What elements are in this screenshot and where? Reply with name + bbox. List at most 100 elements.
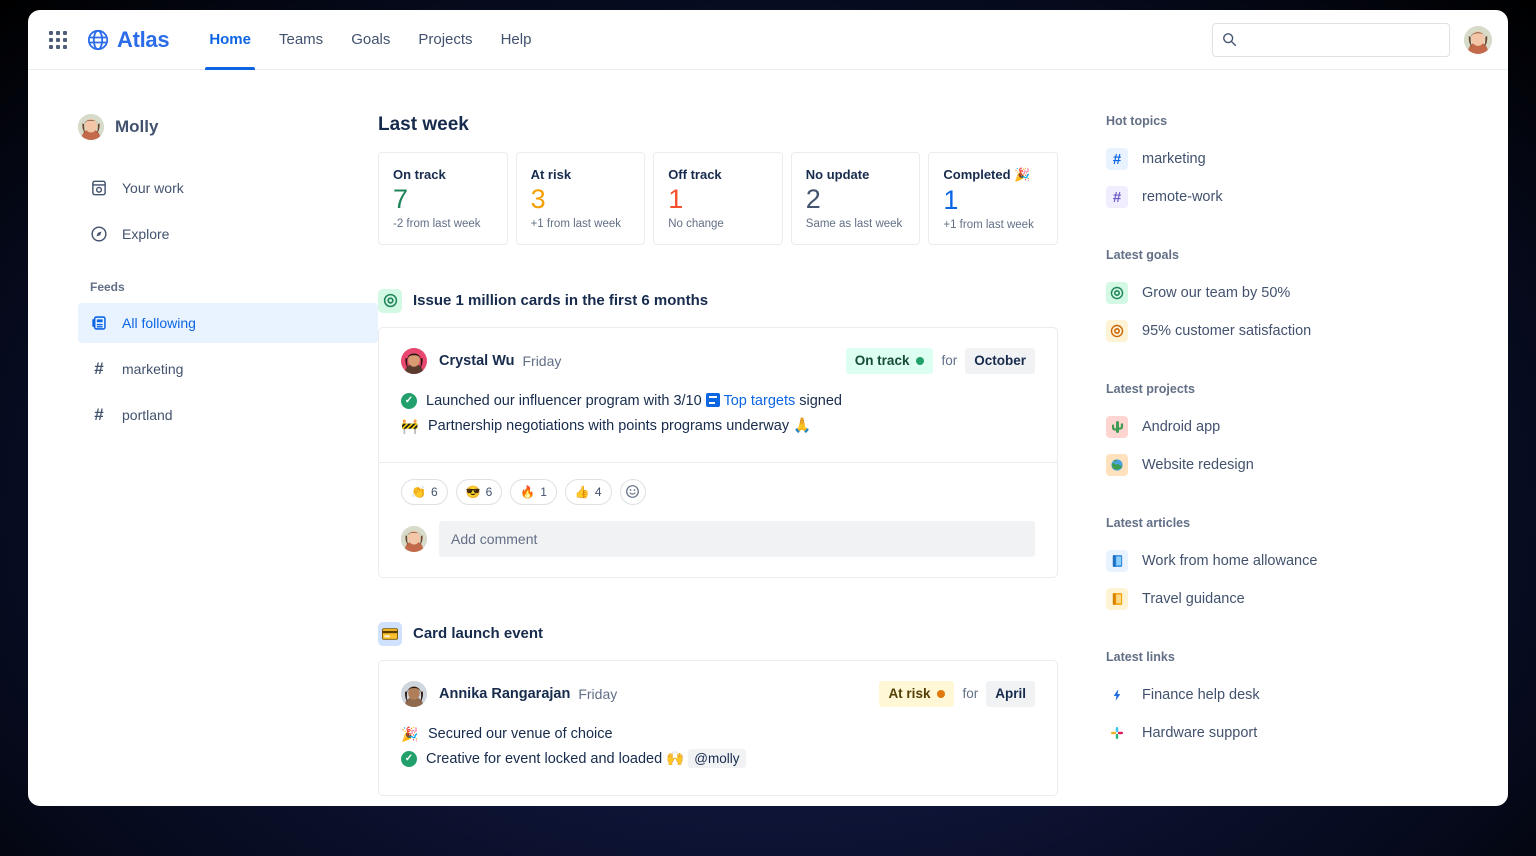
globe-icon	[1106, 454, 1128, 476]
bullet-text: Partnership negotiations with points pro…	[428, 417, 812, 434]
for-label: for	[941, 353, 958, 369]
add-reaction-button[interactable]	[619, 478, 646, 505]
stat-card-no-update[interactable]: No update 2 Same as last week	[790, 152, 921, 245]
bullet-text: Launched our influencer program with 3/1…	[426, 390, 842, 412]
sidebar-item-all-following[interactable]: All following	[78, 303, 378, 343]
author-avatar[interactable]	[401, 680, 427, 707]
comment-row: Add comment	[401, 520, 1035, 557]
bullet-text: Creative for event locked and loaded 🙌 @…	[426, 748, 746, 770]
stat-subtext: -2 from last week	[393, 217, 481, 230]
reaction-fire[interactable]: 🔥 1	[510, 478, 557, 505]
rail-header: Latest articles	[1106, 516, 1191, 530]
rail-item-label: Hardware support	[1142, 725, 1258, 741]
bullet-text-pre: Creative for event locked and loaded 🙌	[426, 750, 689, 767]
rail-item-finance-help-desk[interactable]: Finance help desk	[1106, 676, 1508, 714]
status-badge[interactable]: At risk	[879, 680, 955, 707]
rail-group-latest-goals: Latest goals Grow our team by 50% 95% cu…	[1106, 248, 1508, 350]
stat-card-off-track[interactable]: Off track 1 No change	[653, 152, 783, 245]
sunglasses-icon: 😎	[465, 484, 481, 499]
rail-item-customer-satisfaction[interactable]: 95% customer satisfaction	[1106, 312, 1508, 350]
book-icon	[1106, 588, 1128, 610]
top-navigation-bar: Atlas Home Teams Goals Projects Help	[28, 10, 1508, 70]
stat-label: Off track	[668, 167, 722, 182]
sidebar-label: Explore	[122, 226, 170, 242]
stat-value: 1	[943, 185, 959, 215]
rail-item-label: Android app	[1142, 419, 1221, 435]
rail-item-grow-team[interactable]: Grow our team by 50%	[1106, 274, 1508, 312]
update-author-row: Annika Rangarajan Friday At risk for Apr…	[401, 680, 1035, 707]
sidebar-item-explore[interactable]: Explore	[78, 214, 378, 254]
sidebar-section-feeds: Feeds	[90, 280, 125, 294]
page-title: Last week	[378, 114, 469, 135]
period-badge[interactable]: April	[986, 680, 1035, 707]
feed-title: Issue 1 million cards in the first 6 mon…	[413, 292, 709, 310]
status-group: At risk for April	[879, 680, 1035, 707]
nav-link-help[interactable]: Help	[487, 10, 546, 70]
stat-label: On track	[393, 167, 446, 182]
nav-link-home[interactable]: Home	[195, 10, 265, 70]
stat-card-on-track[interactable]: On track 7 -2 from last week	[378, 152, 508, 245]
nav-link-teams[interactable]: Teams	[265, 10, 337, 70]
search-box[interactable]	[1212, 22, 1450, 57]
brand-name: Atlas	[117, 26, 170, 52]
stat-card-completed[interactable]: Completed 🎉 1 +1 from last week	[928, 152, 1058, 245]
bullet-link[interactable]: Top targets	[723, 393, 795, 409]
reaction-count: 1	[540, 484, 547, 499]
rail-item-hardware-support[interactable]: Hardware support	[1106, 714, 1508, 752]
app-switcher-icon[interactable]	[42, 24, 74, 56]
sidebar-item-portland[interactable]: # portland	[78, 395, 378, 435]
page-body: Molly Your work Explore Feeds All follow…	[28, 70, 1508, 806]
search-icon	[1223, 33, 1237, 47]
stat-label: No update	[805, 167, 870, 182]
construction-icon: 🚧	[401, 417, 419, 434]
nav-link-projects[interactable]: Projects	[404, 10, 486, 70]
sidebar-user-name: Molly	[115, 117, 159, 136]
status-summary-row: On track 7 -2 from last week At risk 3 +…	[378, 152, 1058, 245]
hash-icon: #	[1106, 148, 1128, 170]
bullet-text: Secured our venue of choice	[428, 725, 613, 742]
reaction-clap[interactable]: 👏 6	[401, 478, 448, 505]
status-dot-icon	[916, 356, 925, 365]
add-comment-input[interactable]: Add comment	[439, 520, 1035, 557]
rail-group-latest-projects: Latest projects Android app Website rede…	[1106, 382, 1508, 484]
rail-item-label: Travel guidance	[1142, 591, 1245, 607]
sidebar-avatar	[78, 114, 104, 140]
author-avatar[interactable]	[401, 347, 427, 374]
profile-avatar[interactable]	[1464, 25, 1492, 54]
reaction-thumbsup[interactable]: 👍 4	[564, 478, 612, 505]
rail-item-wfh-allowance[interactable]: Work from home allowance	[1106, 542, 1508, 580]
stat-value: 1	[668, 184, 684, 214]
status-group: On track for October	[845, 347, 1035, 374]
sidebar-user[interactable]: Molly	[78, 114, 378, 140]
author-name: Crystal Wu	[439, 352, 515, 369]
stat-subtext: +1 from last week	[530, 217, 622, 230]
nav-link-goals[interactable]: Goals	[337, 10, 404, 70]
goal-target-icon	[1106, 320, 1128, 342]
update-bullet: 🎉 Secured our venue of choice	[401, 723, 1035, 745]
rail-item-marketing[interactable]: # marketing	[1106, 140, 1508, 178]
sidebar-item-marketing[interactable]: # marketing	[78, 349, 378, 389]
sidebar-item-your-work[interactable]: Your work	[78, 168, 378, 208]
search-input[interactable]	[1244, 32, 1440, 47]
update-card-project: Annika Rangarajan Friday At risk for Apr…	[378, 659, 1058, 796]
rail-item-website-redesign[interactable]: Website redesign	[1106, 446, 1508, 484]
rail-item-remote-work[interactable]: # remote-work	[1106, 178, 1508, 216]
stat-value: 3	[530, 184, 546, 214]
app-window: Atlas Home Teams Goals Projects Help Mol…	[28, 10, 1508, 806]
feed-header-project[interactable]: Card launch event	[378, 621, 1058, 646]
status-badge[interactable]: On track	[845, 347, 934, 374]
goal-target-icon	[1106, 282, 1128, 304]
rail-item-android-app[interactable]: Android app	[1106, 408, 1508, 446]
sidebar-label: All following	[122, 315, 196, 331]
feed-header-goal[interactable]: Issue 1 million cards in the first 6 mon…	[378, 288, 1058, 313]
reaction-count: 6	[430, 484, 438, 499]
stat-card-at-risk[interactable]: At risk 3 +1 from last week	[515, 152, 646, 245]
reaction-sunglasses[interactable]: 😎 6	[455, 478, 503, 505]
sidebar-label: portland	[122, 407, 173, 423]
atlas-logo[interactable]: Atlas	[86, 26, 170, 53]
mention-chip[interactable]: @molly	[688, 748, 746, 768]
rail-item-travel-guidance[interactable]: Travel guidance	[1106, 580, 1508, 618]
status-label: At risk	[888, 686, 931, 702]
period-badge[interactable]: October	[965, 347, 1035, 374]
right-sidebar: Hot topics # marketing # remote-work Lat…	[1078, 114, 1508, 806]
